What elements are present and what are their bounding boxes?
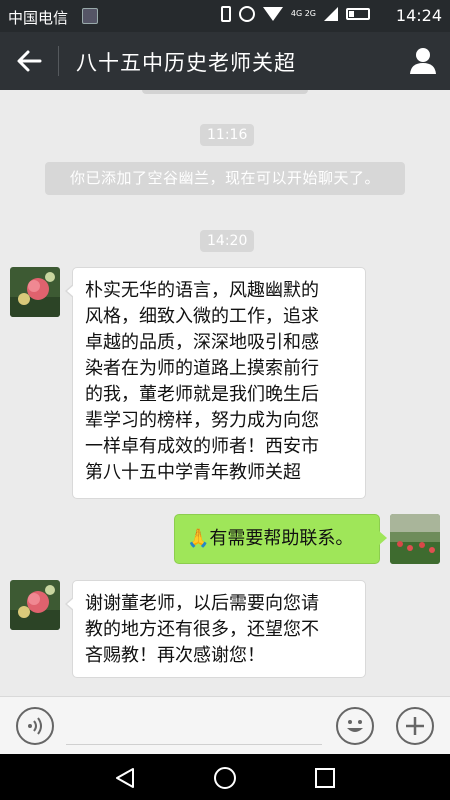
message-line: 染者在为师的道路上摸索前行	[85, 358, 319, 379]
message-bubble-received[interactable]: 谢谢董老师，以后需要向您请 教的地方还有很多，还望您不 吝赐教！再次感谢您！	[65, 580, 366, 678]
system-nav-bar	[0, 754, 450, 800]
message-line: 卓越的品质，深深地吸引和感	[85, 332, 319, 353]
back-triangle-icon[interactable]	[113, 766, 137, 790]
message-input[interactable]	[66, 744, 322, 745]
image-icon	[82, 8, 98, 24]
status-icons: 4G 2G	[220, 6, 370, 22]
person-icon[interactable]	[408, 46, 438, 76]
voice-icon[interactable]	[16, 707, 54, 745]
message-line: 风格，细致入微的工作，追求	[85, 306, 319, 327]
message-text: 🙏有需要帮助联系。	[187, 528, 354, 549]
message-line: 第八十五中学青年教师关超	[85, 462, 301, 483]
flower-avatar-image	[10, 580, 60, 630]
page-title: 八十五中历史老师关超	[76, 51, 296, 75]
alarm-icon	[238, 6, 255, 22]
flower-avatar-image	[10, 267, 60, 317]
chat-header: 八十五中历史老师关超	[0, 32, 450, 90]
arrow-left-icon[interactable]	[14, 46, 44, 76]
my-avatar[interactable]	[390, 514, 440, 564]
emoji-icon[interactable]	[336, 707, 374, 745]
message-bubble-sent[interactable]: 🙏有需要帮助联系。	[174, 514, 387, 564]
message-line: 谢谢董老师，以后需要向您请	[85, 593, 319, 614]
chat-area[interactable]: 11:16 你已添加了空谷幽兰，现在可以开始聊天了。 14:20 朴实无华的语言…	[0, 90, 450, 696]
message-line: 朴实无华的语言，风趣幽默的	[85, 280, 319, 301]
network-type: 4G 2G	[290, 9, 316, 18]
wifi-icon	[262, 7, 283, 21]
status-bar: 中国电信 4G 2G 14:24	[0, 0, 450, 32]
carrier-label: 中国电信	[8, 9, 69, 27]
message-bubble-received[interactable]: 朴实无华的语言，风趣幽默的 风格，细致入微的工作，追求 卓越的品质，深深地吸引和…	[65, 267, 366, 499]
avatar[interactable]	[10, 580, 60, 630]
status-time: 14:24	[395, 6, 442, 25]
avatar[interactable]	[10, 267, 60, 317]
system-message: 你已添加了空谷幽兰，现在可以开始聊天了。	[45, 162, 405, 195]
message-line: 吝赐教！再次感谢您！	[85, 645, 265, 666]
vibrate-icon	[220, 6, 231, 22]
signal-icon	[324, 7, 338, 21]
garden-avatar-image	[390, 514, 440, 564]
message-line: 一样卓有成效的师者！西安市	[85, 436, 319, 457]
message-line: 的我，董老师就是我们晚生后	[85, 384, 319, 405]
message-line: 教的地方还有很多，还望您不	[85, 619, 319, 640]
scroll-indicator	[142, 90, 308, 94]
plus-icon[interactable]	[396, 707, 434, 745]
header-divider	[58, 46, 59, 76]
recents-square-icon[interactable]	[313, 766, 337, 790]
timestamp: 11:16	[200, 124, 255, 146]
message-line: 辈学习的榜样，努力成为向您	[85, 410, 319, 431]
battery-icon	[346, 8, 370, 20]
input-bar	[0, 696, 450, 755]
home-circle-icon[interactable]	[213, 766, 237, 790]
timestamp: 14:20	[200, 230, 255, 252]
